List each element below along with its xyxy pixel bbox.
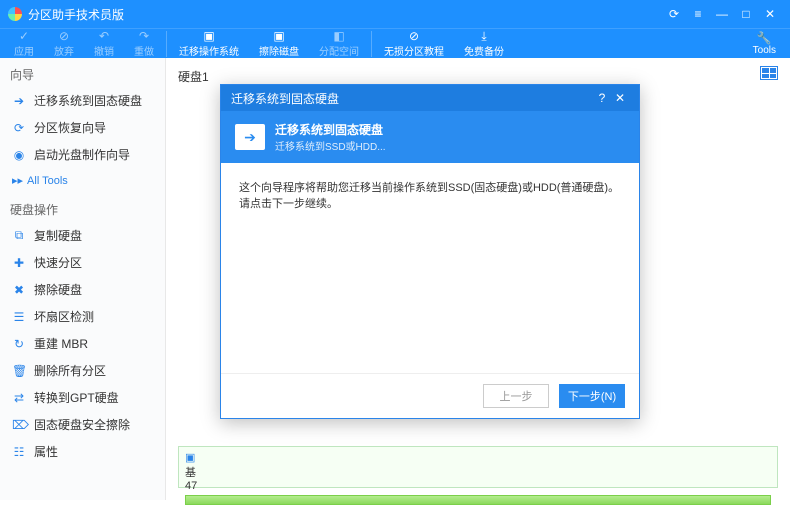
banner-title: 迁移系统到固态硬盘 xyxy=(275,121,386,138)
help-icon[interactable]: ? xyxy=(593,91,611,105)
dialog-body: 这个向导程序将帮助您迁移当前操作系统到SSD(固态硬盘)或HDD(普通硬盘)。请… xyxy=(221,163,639,373)
migrate-dialog: 迁移系统到固态硬盘 ? ✕ ➔ 迁移系统到固态硬盘 迁移系统到SSD或HDD..… xyxy=(220,84,640,419)
next-button[interactable]: 下一步(N) xyxy=(559,384,625,408)
dialog-close-icon[interactable]: ✕ xyxy=(611,91,629,105)
modal-overlay: 迁移系统到固态硬盘 ? ✕ ➔ 迁移系统到固态硬盘 迁移系统到SSD或HDD..… xyxy=(0,0,790,500)
dialog-banner: ➔ 迁移系统到固态硬盘 迁移系统到SSD或HDD... xyxy=(221,111,639,163)
dialog-title: 迁移系统到固态硬盘 xyxy=(231,90,593,107)
prev-button[interactable]: 上一步 xyxy=(483,384,549,408)
dialog-titlebar: 迁移系统到固态硬盘 ? ✕ xyxy=(221,85,639,111)
migrate-icon: ➔ xyxy=(235,124,265,150)
dialog-footer: 上一步 下一步(N) xyxy=(221,373,639,418)
banner-subtitle: 迁移系统到SSD或HDD... xyxy=(275,138,386,153)
